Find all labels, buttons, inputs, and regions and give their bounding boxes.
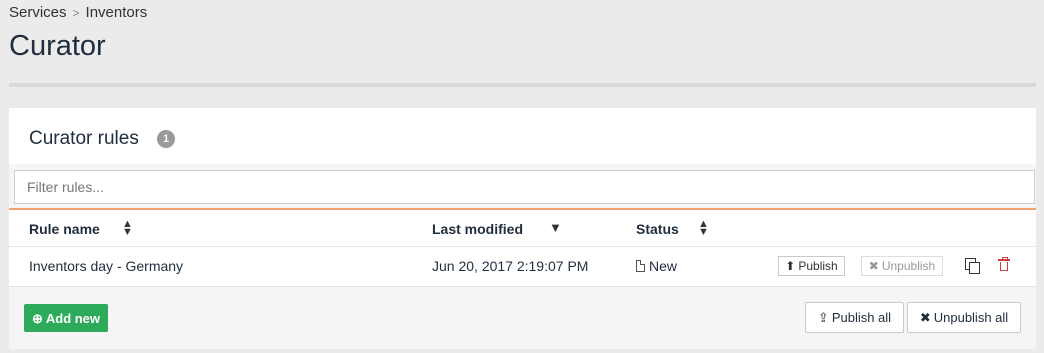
- file-icon: [636, 260, 645, 272]
- sort-icon[interactable]: ▲ ▼: [698, 219, 709, 238]
- rule-count-badge: 1: [157, 130, 175, 148]
- unpublish-all-label: Unpublish all: [933, 310, 1009, 325]
- publish-all-button[interactable]: ⇪ Publish all: [805, 302, 904, 333]
- publish-all-label: Publish all: [831, 310, 892, 325]
- breadcrumb-separator: >: [72, 6, 80, 20]
- column-header-status[interactable]: Status: [636, 221, 679, 237]
- status-label: New: [649, 258, 678, 274]
- plus-circle-icon: ⊕: [31, 311, 43, 326]
- sort-icon[interactable]: ▲ ▼: [122, 219, 133, 238]
- page-title: Curator: [9, 30, 106, 62]
- times-icon: ✖: [868, 259, 879, 273]
- breadcrumb: Services > Inventors: [9, 4, 147, 21]
- column-header-last-modified[interactable]: Last modified: [432, 221, 523, 237]
- add-new-label: Add new: [45, 311, 101, 326]
- filter-bar: [9, 164, 1036, 210]
- add-new-button[interactable]: ⊕ Add new: [24, 304, 108, 332]
- last-modified-cell: Jun 20, 2017 2:19:07 PM: [432, 258, 589, 274]
- title-divider: [9, 83, 1036, 87]
- curator-rules-panel: Curator rules 1 Rule name ▲▼ Last modifi…: [9, 108, 1036, 349]
- panel-footer: ⊕ Add new ⇪ Publish all ✖ Unpublish all: [9, 286, 1036, 349]
- column-header-rule-name[interactable]: Rule name: [29, 221, 100, 237]
- rule-name-cell[interactable]: Inventors day - Germany: [29, 258, 183, 274]
- status-cell: New: [636, 258, 677, 274]
- sort-descending-icon[interactable]: ▼: [549, 220, 562, 235]
- copy-icon[interactable]: [965, 258, 980, 274]
- publish-label: Publish: [798, 259, 838, 273]
- breadcrumb-inventors[interactable]: Inventors: [86, 4, 148, 21]
- unpublish-button[interactable]: ✖ Unpublish: [861, 256, 943, 276]
- panel-title: Curator rules: [29, 128, 139, 149]
- breadcrumb-services[interactable]: Services: [9, 4, 67, 21]
- table-header: Rule name ▲ ▼ Last modified ▼ Status ▲ ▼: [9, 210, 1036, 247]
- times-icon: ✖: [919, 310, 931, 325]
- arrow-circle-up-icon: ⬆: [785, 259, 796, 273]
- filter-rules-input[interactable]: [14, 170, 1035, 204]
- publish-button[interactable]: ⬆ Publish: [778, 256, 845, 276]
- trash-icon[interactable]: [998, 257, 1010, 272]
- unpublish-label: Unpublish: [881, 259, 936, 273]
- unpublish-all-button[interactable]: ✖ Unpublish all: [907, 302, 1021, 333]
- panel-header: Curator rules 1: [9, 108, 1036, 164]
- upload-icon: ⇪: [817, 310, 829, 325]
